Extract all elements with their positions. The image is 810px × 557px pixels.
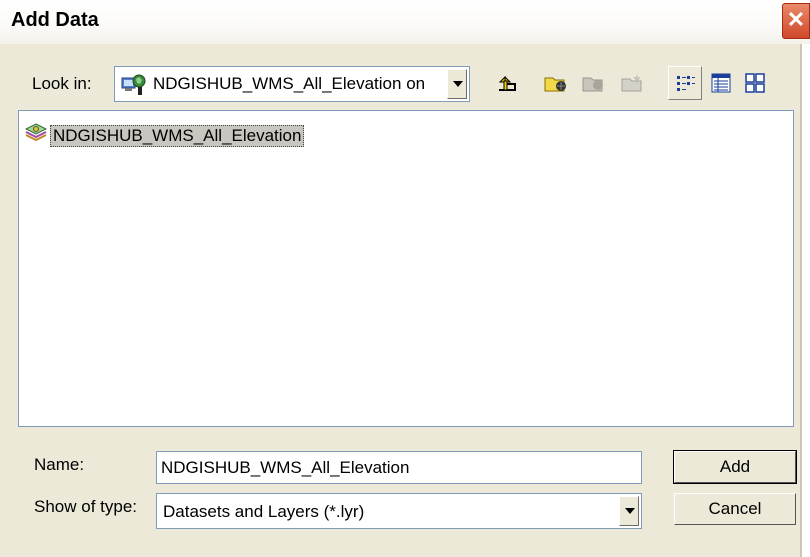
add-data-dialog: Add Data ✕ Look in: NDGISHUB_WMS_All_Ele… — [0, 0, 810, 557]
file-list[interactable]: NDGISHUB_WMS_All_Elevation — [18, 110, 794, 427]
close-button[interactable]: ✕ — [782, 3, 810, 39]
list-view-icon — [677, 76, 695, 91]
name-input[interactable]: NDGISHUB_WMS_All_Elevation — [156, 451, 642, 484]
window-title: Add Data — [11, 9, 99, 31]
title-bar[interactable]: Add Data ✕ — [0, 0, 810, 44]
thumbnails-view-icon — [745, 73, 765, 93]
wms-layer-icon — [24, 123, 48, 148]
look-in-value: NDGISHUB_WMS_All_Elevation on — [153, 74, 426, 93]
add-button[interactable]: Add — [673, 450, 797, 484]
connect-to-folder-button[interactable] — [538, 66, 572, 100]
disconnect-folder-icon — [582, 77, 603, 92]
list-item-label: NDGISHUB_WMS_All_Elevation — [50, 124, 305, 147]
show-of-type-value: Datasets and Layers (*.lyr) — [163, 502, 365, 521]
name-label: Name: — [34, 455, 85, 474]
list-view-button[interactable] — [668, 66, 702, 100]
chevron-down-icon — [625, 508, 635, 514]
look-in-dropdown[interactable]: NDGISHUB_WMS_All_Elevation on — [114, 66, 470, 102]
show-of-type-label: Show of type: — [34, 497, 138, 516]
details-view-button[interactable] — [704, 66, 738, 100]
thumbnails-view-button[interactable] — [738, 66, 772, 100]
show-of-type-dropdown-button[interactable] — [619, 496, 639, 526]
wms-connection-icon — [121, 72, 147, 101]
list-item[interactable]: NDGISHUB_WMS_All_Elevation — [24, 123, 305, 148]
new-folder-button[interactable] — [614, 66, 648, 100]
look-in-label: Look in: — [32, 74, 92, 93]
close-icon: ✕ — [786, 7, 806, 32]
cancel-button[interactable]: Cancel — [674, 493, 796, 525]
new-folder-icon — [621, 74, 642, 92]
name-input-value: NDGISHUB_WMS_All_Elevation — [161, 458, 410, 477]
look-in-dropdown-button[interactable] — [447, 69, 467, 99]
up-one-level-button[interactable] — [490, 66, 524, 100]
details-view-icon — [711, 73, 731, 93]
chevron-down-icon — [453, 81, 463, 87]
disconnect-folder-button[interactable] — [576, 66, 610, 100]
connect-to-folder-icon — [544, 77, 566, 92]
show-of-type-dropdown[interactable]: Datasets and Layers (*.lyr) — [156, 493, 642, 529]
up-one-level-icon — [498, 75, 516, 91]
